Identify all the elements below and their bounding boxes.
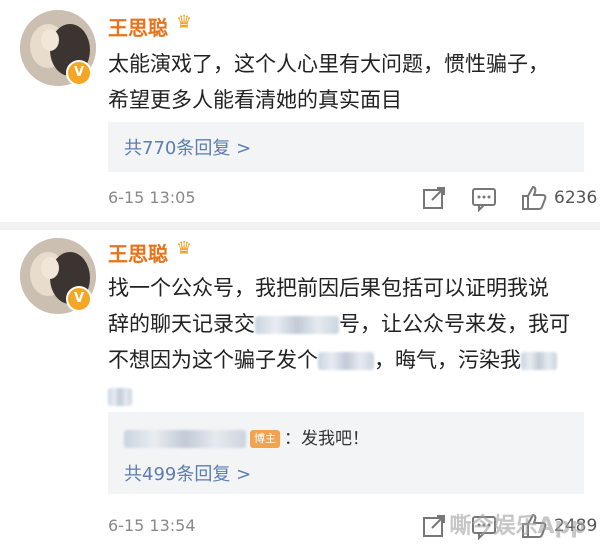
redacted-username	[124, 430, 246, 448]
comment-2: V 王思聪 ♛ 找一个公众号，我把前因后果包括可以证明我说 辞的聊天记录交 号，让…	[0, 230, 600, 554]
redacted-text	[318, 352, 374, 370]
comment-1: V 王思聪 ♛ 太能演戏了，这个人心里有大问题，惯性骗子， 希望更多人能看清她的…	[0, 0, 600, 222]
comment-text: 太能演戏了，这个人心里有大问题，惯性骗子， 希望更多人能看清她的真实面目	[108, 46, 588, 118]
comment-meta: 6-15 13:05 6236	[108, 184, 598, 214]
divider	[0, 222, 600, 230]
v-badge-icon: V	[66, 60, 92, 86]
username[interactable]: 王思聪	[108, 12, 168, 41]
reply-count-link[interactable]: 共770条回复 >	[124, 134, 251, 160]
redacted-text	[255, 316, 339, 334]
username[interactable]: 王思聪	[108, 238, 168, 267]
comment-text-part: 号，让公众号来发，我可	[339, 312, 570, 336]
comment-line: 辞的聊天记录交 号，让公众号来发，我可	[108, 306, 588, 342]
reply-box: 博主 ：发我吧！ 共499条回复 >	[108, 412, 584, 494]
comment-icon[interactable]	[470, 184, 498, 212]
comment-text-part: 辞的聊天记录交	[108, 312, 255, 336]
share-icon[interactable]	[420, 512, 448, 540]
like-count: 6236	[554, 188, 598, 208]
comment-date: 6-15 13:54	[108, 516, 196, 535]
comment-line: 不想因为这个骗子发个 ，晦气，污染我	[108, 342, 588, 378]
v-badge-icon: V	[66, 286, 92, 312]
share-icon[interactable]	[420, 184, 448, 212]
reply-box: 共770条回复 >	[108, 122, 584, 172]
comment-text-part: 不想因为这个骗子发个	[108, 348, 318, 372]
redacted-text	[108, 388, 132, 406]
reply-count-link[interactable]: 共499条回复 >	[124, 460, 251, 486]
comment-text: 找一个公众号，我把前因后果包括可以证明我说 辞的聊天记录交 号，让公众号来发，我可…	[108, 270, 588, 414]
host-tag: 博主	[250, 430, 280, 448]
subreply: 博主 ：发我吧！	[124, 424, 369, 449]
comment-line: 希望更多人能看清她的真实面目	[108, 88, 402, 112]
subreply-text: ：发我吧！	[284, 429, 369, 449]
watermark: 嘶今娱乐App	[449, 514, 586, 539]
crown-icon: ♛	[176, 238, 193, 259]
comment-line: 太能演戏了，这个人心里有大问题，惯性骗子，	[108, 52, 549, 76]
comment-line	[108, 378, 588, 414]
crown-icon: ♛	[176, 12, 193, 33]
comment-date: 6-15 13:05	[108, 188, 196, 207]
comment-text-part: ，晦气，污染我	[374, 348, 521, 372]
like-icon[interactable]	[520, 184, 548, 212]
comment-line: 找一个公众号，我把前因后果包括可以证明我说	[108, 276, 549, 300]
redacted-text	[521, 352, 557, 370]
